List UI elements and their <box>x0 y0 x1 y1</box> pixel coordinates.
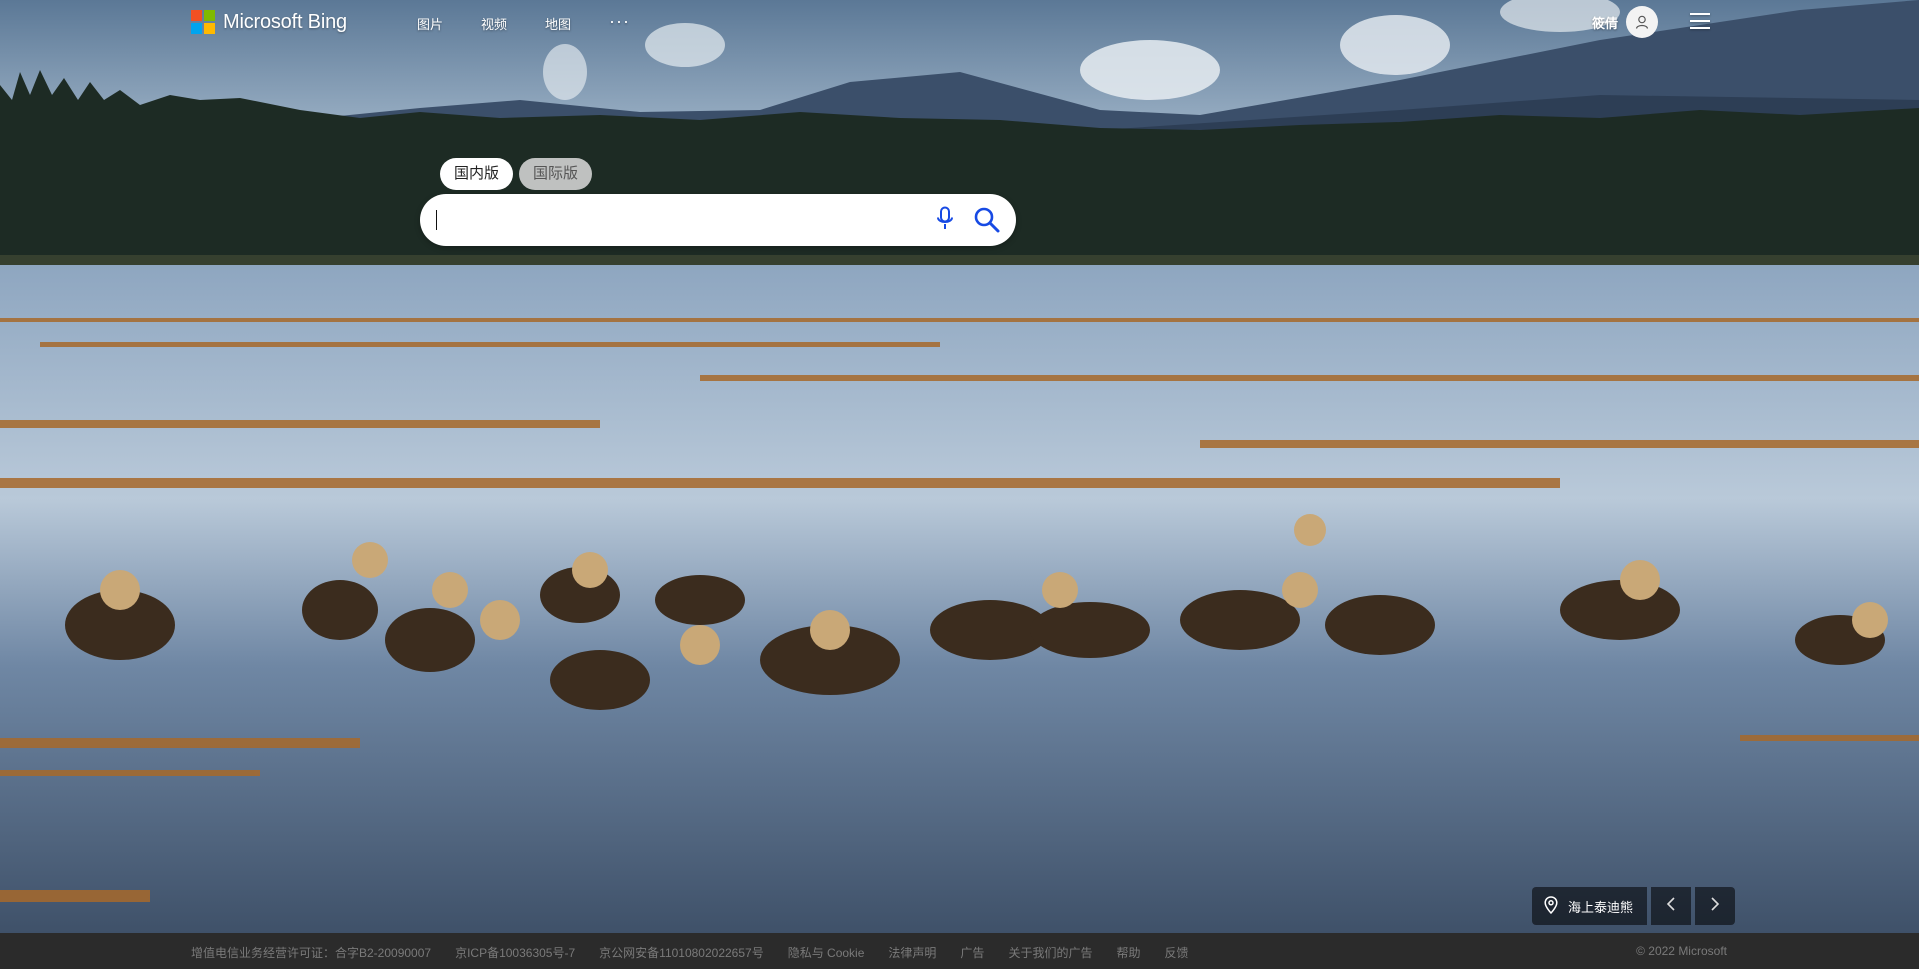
footer-link-legal[interactable]: 法律声明 <box>888 944 936 961</box>
previous-image-button[interactable] <box>1651 887 1692 925</box>
nav-item-maps[interactable]: 地图 <box>545 14 571 33</box>
image-location-label: 海上泰迪熊 <box>1568 899 1634 915</box>
top-header: Microsoft Bing 图片 视频 地图 ··· 筱倩 <box>0 0 1919 46</box>
top-nav: 图片 视频 地图 ··· <box>417 12 630 33</box>
search-input[interactable] <box>434 202 918 240</box>
bing-homepage: Microsoft Bing 图片 视频 地图 ··· 筱倩 国内版 国际版 海… <box>0 0 1919 969</box>
region-tabs: 国内版 国际版 <box>440 158 593 190</box>
copyright: © 2022 Microsoft <box>1636 944 1727 958</box>
image-info-controls: 海上泰迪熊 <box>1532 887 1736 925</box>
footer-links: 增值电信业务经营许可证：合字B2-20090007 京ICP备10036305号… <box>191 944 1212 961</box>
footer: 增值电信业务经营许可证：合字B2-20090007 京ICP备10036305号… <box>0 933 1919 969</box>
account-name: 筱倩 <box>1592 15 1619 31</box>
chevron-right-icon <box>1710 896 1720 916</box>
search-box <box>420 194 1016 246</box>
map-pin-icon <box>1544 895 1558 917</box>
nav-item-images[interactable]: 图片 <box>417 14 443 33</box>
background-image <box>0 0 1919 933</box>
tab-domestic[interactable]: 国内版 <box>440 158 514 190</box>
footer-link-privacy[interactable]: 隐私与 Cookie <box>788 944 865 961</box>
footer-link-feedback[interactable]: 反馈 <box>1164 944 1188 961</box>
search-icon[interactable] <box>973 206 1001 239</box>
footer-link-icp[interactable]: 京ICP备10036305号-7 <box>455 944 575 961</box>
hamburger-icon[interactable] <box>1690 13 1712 31</box>
chevron-left-icon <box>1666 896 1676 916</box>
bing-logo[interactable]: Microsoft Bing <box>191 10 347 34</box>
nav-item-videos[interactable]: 视频 <box>481 14 507 33</box>
footer-link-about-ads[interactable]: 关于我们的广告 <box>1008 944 1092 961</box>
image-location-button[interactable]: 海上泰迪熊 <box>1532 887 1648 925</box>
account-button[interactable]: 筱倩 <box>1592 6 1659 38</box>
next-image-button[interactable] <box>1695 887 1736 925</box>
tab-international[interactable]: 国际版 <box>519 158 593 190</box>
footer-link-police-record[interactable]: 京公网安备11010802022657号 <box>599 944 764 961</box>
microphone-icon[interactable] <box>936 206 954 237</box>
more-menu-button[interactable]: ··· <box>609 12 630 33</box>
footer-link-ads[interactable]: 广告 <box>960 944 984 961</box>
brand-name: Microsoft Bing <box>223 10 347 33</box>
microsoft-logo-icon <box>191 10 215 34</box>
footer-link-license[interactable]: 增值电信业务经营许可证：合字B2-20090007 <box>191 944 431 961</box>
user-icon <box>1626 6 1659 38</box>
footer-link-help[interactable]: 帮助 <box>1116 944 1140 961</box>
